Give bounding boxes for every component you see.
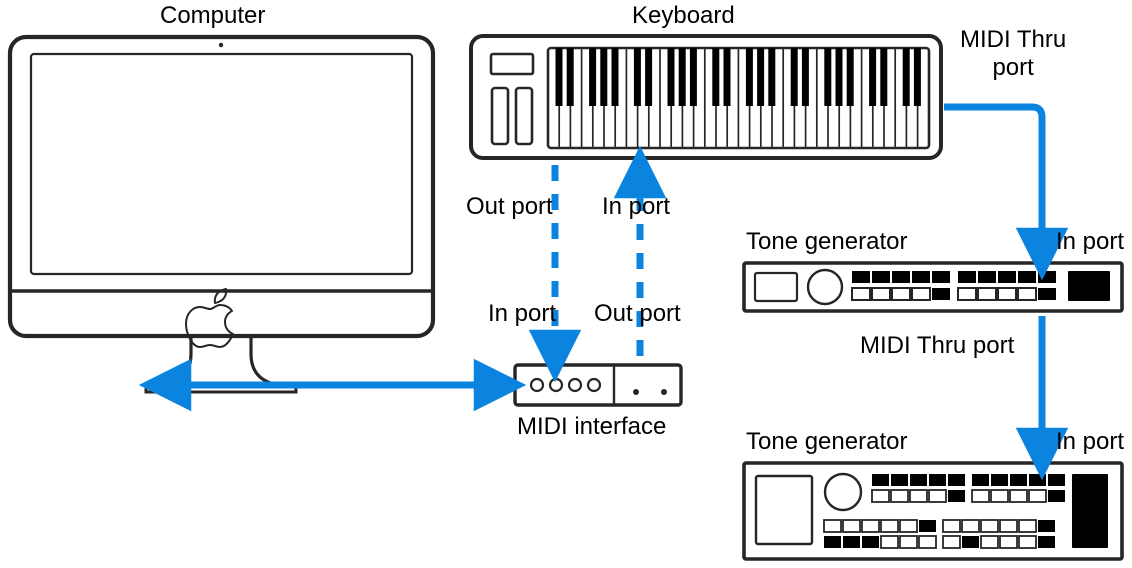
tone-generator-2-label: Tone generator [746, 428, 907, 456]
interface-in-port-label: In port [488, 300, 556, 328]
computer-label: Computer [160, 2, 265, 30]
interface-out-port-label: Out port [594, 300, 681, 328]
midi-interface-icon [515, 365, 681, 405]
midi-thru-port-label-1: MIDI Thru port [960, 26, 1066, 81]
midi-thru-port-label-2: MIDI Thru port [860, 332, 1014, 360]
tone-generator-1-icon [744, 263, 1122, 311]
tone-generator-2-icon [744, 463, 1122, 559]
tone-generator-1-in-port-label: In port [1056, 228, 1124, 256]
computer-icon [10, 37, 433, 392]
keyboard-in-port-label: In port [602, 193, 670, 221]
midi-signal-flow-diagram [0, 0, 1132, 568]
midi-interface-label: MIDI interface [517, 413, 666, 441]
tone-generator-1-label: Tone generator [746, 228, 907, 256]
keyboard-label: Keyboard [632, 2, 735, 30]
keyboard-controller-icon [471, 36, 941, 158]
tone-generator-2-in-port-label: In port [1056, 428, 1124, 456]
keyboard-out-port-label: Out port [466, 193, 553, 221]
